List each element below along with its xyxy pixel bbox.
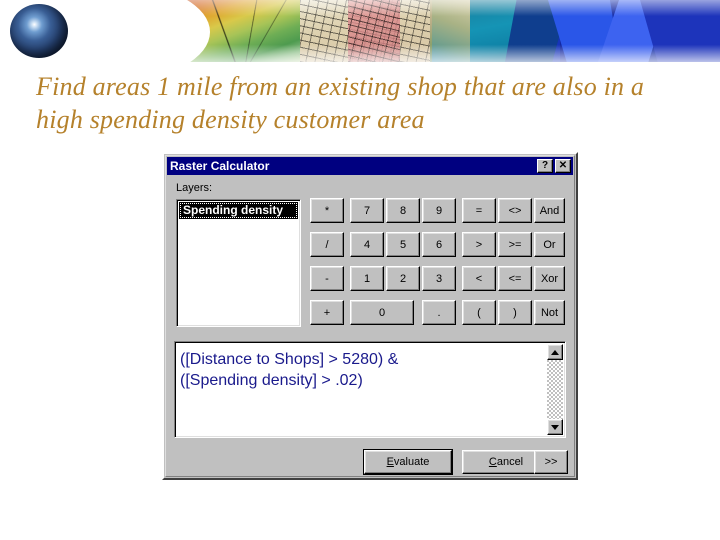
keypad-button-label: 0: [378, 306, 386, 319]
keypad-button-label: 5: [399, 238, 407, 251]
expression-scrollbar[interactable]: [547, 344, 563, 435]
keypad-button-label: >: [475, 238, 483, 251]
keypad-button-five[interactable]: 5: [386, 232, 420, 257]
layers-listbox[interactable]: Spending density: [176, 199, 301, 327]
keypad-button-label: Not: [540, 306, 559, 319]
keypad-button-not-equal[interactable]: <>: [498, 198, 532, 223]
keypad-button-label: 4: [363, 238, 371, 251]
raster-calculator-dialog: Raster Calculator ? ✕ Layers: Spending d…: [162, 152, 578, 480]
parcel-grid-pink-band: [348, 0, 400, 62]
keypad-button-label: ): [513, 306, 517, 319]
keypad-button-nine[interactable]: 9: [422, 198, 456, 223]
keypad-button-label: .: [437, 306, 441, 319]
keypad-button-zero[interactable]: 0: [350, 300, 414, 325]
keypad-button-label: Or: [543, 238, 556, 251]
keypad-button-label: 6: [435, 238, 443, 251]
dialog-title: Raster Calculator: [170, 159, 270, 173]
keypad-button-close-paren[interactable]: ): [498, 300, 532, 325]
keypad-button-label: Xor: [540, 272, 559, 285]
keypad-button-plus[interactable]: +: [310, 300, 344, 325]
keypad-button-label: 8: [399, 204, 407, 217]
banner-white-curve: [120, 0, 210, 62]
keypad-button-label: 3: [435, 272, 443, 285]
cancel-label-rest: ancel: [496, 456, 524, 468]
keypad-button-four[interactable]: 4: [350, 232, 384, 257]
scroll-down-icon[interactable]: [547, 419, 563, 435]
list-item[interactable]: Spending density: [179, 202, 298, 219]
keypad-button-label: +: [323, 306, 331, 319]
keypad-button-label: 9: [435, 204, 443, 217]
keypad-button-label: 1: [363, 272, 371, 285]
keypad-button-greater-than[interactable]: >: [462, 232, 496, 257]
calculator-keypad: * 7 8 9 = <> And / 4 5 6 > >= Or - 1 2 3 < <= Xor +0. () Not: [310, 198, 565, 328]
keypad-button-multiply[interactable]: *: [310, 198, 344, 223]
expression-text: ([Distance to Shops] > 5280) & ([Spendin…: [180, 351, 399, 389]
keypad-button-xor[interactable]: Xor: [534, 266, 565, 291]
keypad-button-greater-equal[interactable]: >=: [498, 232, 532, 257]
keypad-button-label: -: [325, 272, 329, 285]
keypad-button-label: <: [475, 272, 483, 285]
keypad-button-not[interactable]: Not: [534, 300, 565, 325]
keypad-button-label: 2: [399, 272, 407, 285]
keypad-button-label: <=: [508, 272, 522, 285]
keypad-button-and[interactable]: And: [534, 198, 565, 223]
evaluate-button[interactable]: Evaluate: [363, 449, 453, 475]
keypad-button-two[interactable]: 2: [386, 266, 420, 291]
cancel-accel: C: [488, 456, 497, 468]
evaluate-label-rest: valuate: [393, 456, 430, 468]
expression-textarea[interactable]: ([Distance to Shops] > 5280) & ([Spendin…: [174, 341, 566, 438]
keypad-button-equals[interactable]: =: [462, 198, 496, 223]
keypad-button-decimal-point[interactable]: .: [422, 300, 456, 325]
layers-label: Layers:: [176, 182, 213, 194]
keypad-button-three[interactable]: 3: [422, 266, 456, 291]
help-button[interactable]: ?: [537, 159, 553, 173]
keypad-button-one[interactable]: 1: [350, 266, 384, 291]
slide-banner: [0, 0, 720, 62]
keypad-button-minus[interactable]: -: [310, 266, 344, 291]
keypad-button-divide[interactable]: /: [310, 232, 344, 257]
dialog-titlebar[interactable]: Raster Calculator ? ✕: [167, 157, 573, 175]
keypad-button-less-than[interactable]: <: [462, 266, 496, 291]
keypad-button-or[interactable]: Or: [534, 232, 565, 257]
keypad-button-label: /: [325, 238, 329, 251]
keypad-button-open-paren[interactable]: (: [462, 300, 496, 325]
keypad-button-six[interactable]: 6: [422, 232, 456, 257]
keypad-button-label: >=: [508, 238, 522, 251]
keypad-button-label: <>: [508, 204, 522, 217]
keypad-button-seven[interactable]: 7: [350, 198, 384, 223]
keypad-button-label: And: [539, 204, 560, 217]
globe-icon: [10, 4, 68, 58]
keypad-button-label: 7: [363, 204, 371, 217]
evaluate-accel: E: [386, 456, 394, 468]
satellite-coast-band: [432, 0, 472, 62]
keypad-button-eight[interactable]: 8: [386, 198, 420, 223]
titlebar-button-group: ? ✕: [537, 159, 571, 173]
page-title: Find areas 1 mile from an existing shop …: [36, 72, 645, 134]
keypad-button-label: *: [324, 204, 330, 217]
scroll-up-icon[interactable]: [547, 344, 563, 360]
keypad-button-less-equal[interactable]: <=: [498, 266, 532, 291]
close-button[interactable]: ✕: [555, 159, 571, 173]
more-button[interactable]: >>: [534, 450, 568, 474]
keypad-button-label: (: [477, 306, 481, 319]
keypad-button-label: =: [475, 204, 483, 217]
